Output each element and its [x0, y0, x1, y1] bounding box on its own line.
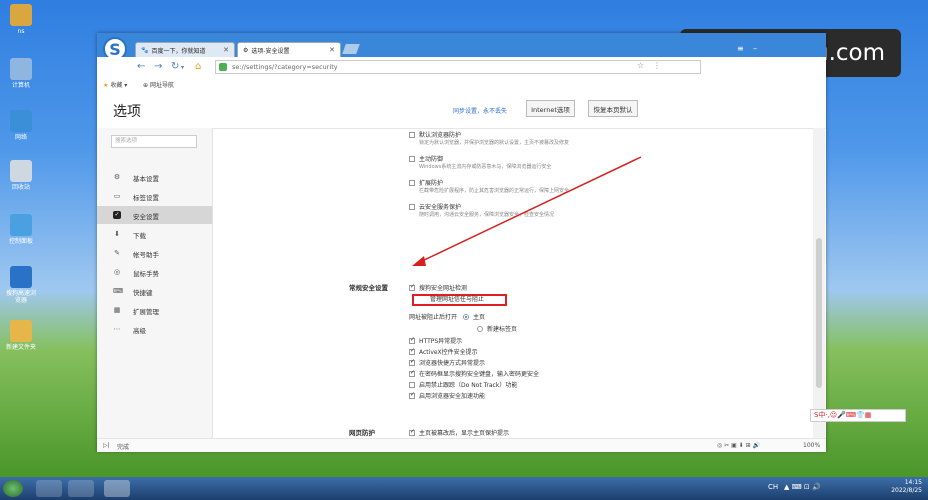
taskbar-sogou-icon[interactable] — [104, 480, 130, 497]
tray-icons[interactable]: ▲ ⌨ ⊡ 🔊 — [784, 483, 821, 491]
taskbar-explorer-icon[interactable] — [36, 480, 62, 497]
lang-indicator[interactable]: CH — [768, 483, 778, 491]
clock-date: 2022/8/25 — [891, 487, 922, 494]
annotation-arrow — [412, 156, 642, 266]
arrow-line — [419, 156, 642, 263]
taskbar: CH ▲ ⌨ ⊡ 🔊 14:15 2022/8/25 — [0, 477, 928, 500]
clock[interactable]: 14:15 2022/8/25 — [891, 479, 922, 495]
arrow-head — [412, 256, 426, 266]
clock-time: 14:15 — [904, 479, 922, 486]
taskbar-media-icon[interactable] — [68, 480, 94, 497]
start-button[interactable] — [3, 480, 23, 497]
ime-toolbar[interactable]: S中·,☺🎤⌨👕▦ — [810, 409, 906, 422]
